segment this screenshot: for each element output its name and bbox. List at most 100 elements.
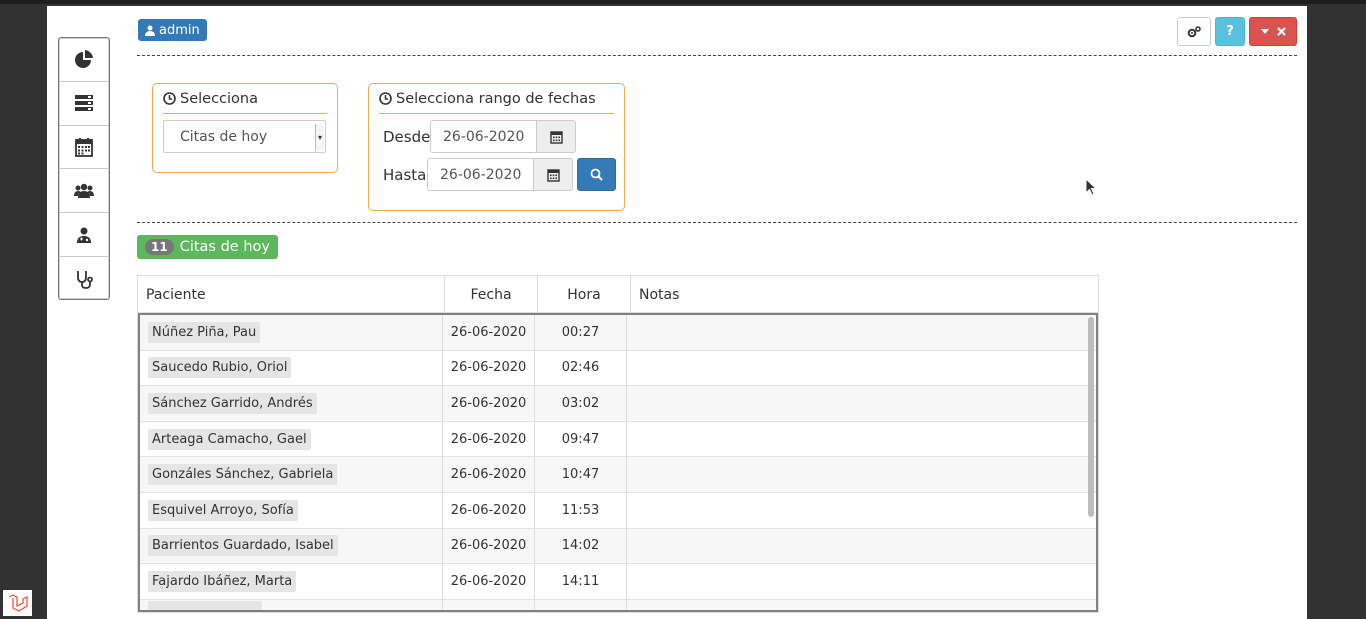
filter-select-value: Citas de hoy bbox=[180, 128, 268, 145]
column-header-notas[interactable]: Notas bbox=[631, 276, 1098, 313]
filter-legend-text: Selecciona bbox=[180, 90, 258, 107]
sidebar-nav bbox=[58, 37, 110, 300]
filter-legend: Selecciona bbox=[163, 84, 327, 114]
cell-fecha: 26-06-2020 bbox=[443, 492, 535, 528]
cell-paciente: Esquivel Arroyo, Sofía bbox=[140, 492, 443, 528]
cell-paciente bbox=[140, 599, 443, 610]
column-header-hora[interactable]: Hora bbox=[538, 276, 631, 313]
sidebar-item-server[interactable] bbox=[59, 82, 109, 126]
table-header: Paciente Fecha Hora Notas bbox=[138, 276, 1098, 313]
patient-name[interactable]: Esquivel Arroyo, Sofía bbox=[148, 499, 298, 521]
to-date-row: Hasta 26-06-2020 bbox=[383, 158, 616, 191]
help-button[interactable]: ? bbox=[1215, 17, 1245, 46]
to-date-input[interactable]: 26-06-2020 bbox=[427, 158, 533, 191]
to-calendar-button[interactable] bbox=[533, 158, 573, 191]
cell-fecha: 26-06-2020 bbox=[443, 315, 535, 350]
cell-fecha: 26-06-2020 bbox=[443, 350, 535, 386]
cell-paciente: Barrientos Guardado, Isabel bbox=[140, 528, 443, 564]
laravel-logo-icon bbox=[8, 594, 28, 612]
from-date-input[interactable]: 26-06-2020 bbox=[430, 120, 536, 153]
cell-fecha: 26-06-2020 bbox=[443, 421, 535, 457]
table-row[interactable]: Sánchez Garrido, Andrés 26-06-2020 03:02 bbox=[140, 386, 1096, 422]
cell-paciente: Sánchez Garrido, Andrés bbox=[140, 386, 443, 421]
table-row[interactable]: Gonzáles Sánchez, Gabriela 26-06-2020 10:4… bbox=[140, 457, 1096, 493]
column-header-paciente[interactable]: Paciente bbox=[138, 276, 445, 313]
cell-hora bbox=[535, 599, 627, 610]
patient-name[interactable]: Sánchez Garrido, Andrés bbox=[148, 392, 317, 414]
date-range-fieldset: Selecciona rango de fechas Desde 26-06-2… bbox=[368, 83, 625, 211]
search-button[interactable] bbox=[577, 158, 616, 191]
mouse-cursor-icon bbox=[1085, 178, 1097, 196]
select-arrow-icon: ▾ bbox=[315, 124, 324, 151]
user-md-icon bbox=[77, 227, 91, 243]
cell-fecha: 26-06-2020 bbox=[443, 564, 535, 599]
cell-notas bbox=[627, 493, 1086, 528]
cell-fecha bbox=[443, 599, 535, 610]
sidebar-item-calendar[interactable] bbox=[59, 126, 109, 170]
patient-name-clipped[interactable] bbox=[148, 601, 262, 610]
cell-hora: 11:53 bbox=[535, 492, 627, 528]
laravel-debug-icon[interactable] bbox=[3, 590, 32, 616]
table-row[interactable]: Arteaga Camacho, Gael 26-06-2020 09:47 bbox=[140, 421, 1096, 458]
patient-name[interactable]: Saucedo Rubio, Oriol bbox=[148, 357, 292, 379]
table-row[interactable]: Saucedo Rubio, Oriol 26-06-2020 02:46 bbox=[140, 350, 1096, 387]
cell-notas bbox=[627, 315, 1086, 350]
caret-down-icon bbox=[1260, 29, 1269, 34]
cell-hora: 10:47 bbox=[535, 457, 627, 492]
sidebar-item-doctors[interactable] bbox=[59, 213, 109, 257]
cell-notas bbox=[627, 386, 1086, 421]
window-actions: ? bbox=[1177, 17, 1297, 46]
help-label: ? bbox=[1226, 24, 1234, 39]
cell-notas bbox=[627, 351, 1086, 386]
table-row[interactable]: Fajardo Ibáñez, Marta 26-06-2020 14:11 bbox=[140, 564, 1096, 600]
date-range-legend: Selecciona rango de fechas bbox=[379, 84, 614, 114]
cell-notas bbox=[627, 529, 1086, 564]
filter-select[interactable]: Citas de hoy ▾ bbox=[163, 120, 326, 153]
appointments-table: Paciente Fecha Hora Notas Núñez Piña, Pa… bbox=[137, 275, 1099, 613]
table-body[interactable]: Núñez Piña, Pau 26-06-2020 00:27 Saucedo Ru… bbox=[138, 313, 1098, 612]
cell-hora: 14:02 bbox=[535, 528, 627, 564]
cell-fecha: 26-06-2020 bbox=[443, 386, 535, 421]
column-header-fecha[interactable]: Fecha bbox=[445, 276, 538, 313]
user-icon bbox=[145, 25, 155, 36]
main-page: admin ? Selecciona Citas de hoy ▾ Selecc… bbox=[47, 6, 1307, 619]
table-row[interactable]: Núñez Piña, Pau 26-06-2020 00:27 bbox=[140, 315, 1096, 351]
table-row[interactable]: Esquivel Arroyo, Sofía 26-06-2020 11:53 bbox=[140, 492, 1096, 529]
cell-hora: 03:02 bbox=[535, 386, 627, 421]
cell-fecha: 26-06-2020 bbox=[443, 528, 535, 564]
patient-name[interactable]: Arteaga Camacho, Gael bbox=[148, 428, 311, 450]
date-range-legend-text: Selecciona rango de fechas bbox=[396, 90, 596, 107]
user-menu-button[interactable]: admin bbox=[138, 19, 207, 41]
sidebar-item-dashboard[interactable] bbox=[59, 38, 109, 82]
cell-paciente: Arteaga Camacho, Gael bbox=[140, 421, 443, 457]
table-row-partial[interactable] bbox=[140, 599, 1096, 610]
sidebar-item-patients[interactable] bbox=[59, 169, 109, 214]
filter-fieldset: Selecciona Citas de hoy ▾ bbox=[152, 83, 338, 173]
search-icon bbox=[590, 168, 603, 181]
from-label: Desde bbox=[383, 127, 431, 146]
cell-paciente: Saucedo Rubio, Oriol bbox=[140, 350, 443, 386]
settings-button[interactable] bbox=[1177, 17, 1211, 46]
to-label: Hasta bbox=[383, 165, 427, 184]
server-icon bbox=[75, 95, 93, 112]
patient-name[interactable]: Fajardo Ibáñez, Marta bbox=[148, 570, 297, 592]
from-calendar-button[interactable] bbox=[536, 120, 576, 153]
middle-divider bbox=[137, 222, 1297, 223]
patient-name[interactable]: Barrientos Guardado, Isabel bbox=[148, 535, 338, 557]
close-dropdown-button[interactable] bbox=[1249, 17, 1297, 46]
patient-name[interactable]: Núñez Piña, Pau bbox=[148, 321, 261, 343]
results-count-badge: 11 Citas de hoy bbox=[137, 235, 278, 259]
results-count: 11 bbox=[145, 239, 174, 255]
cell-hora: 00:27 bbox=[535, 315, 627, 350]
table-row[interactable]: Barrientos Guardado, Isabel 26-06-2020 14:… bbox=[140, 528, 1096, 565]
sidebar-item-consultations[interactable] bbox=[59, 257, 109, 301]
cell-hora: 09:47 bbox=[535, 421, 627, 457]
user-label: admin bbox=[159, 22, 200, 38]
results-label: Citas de hoy bbox=[179, 239, 270, 255]
top-edge-bar bbox=[0, 0, 1366, 4]
cell-hora: 02:46 bbox=[535, 350, 627, 386]
patient-name[interactable]: Gonzáles Sánchez, Gabriela bbox=[148, 464, 338, 486]
stethoscope-icon bbox=[77, 270, 93, 289]
calendar-icon bbox=[75, 137, 93, 157]
table-scrollbar[interactable] bbox=[1088, 317, 1094, 517]
